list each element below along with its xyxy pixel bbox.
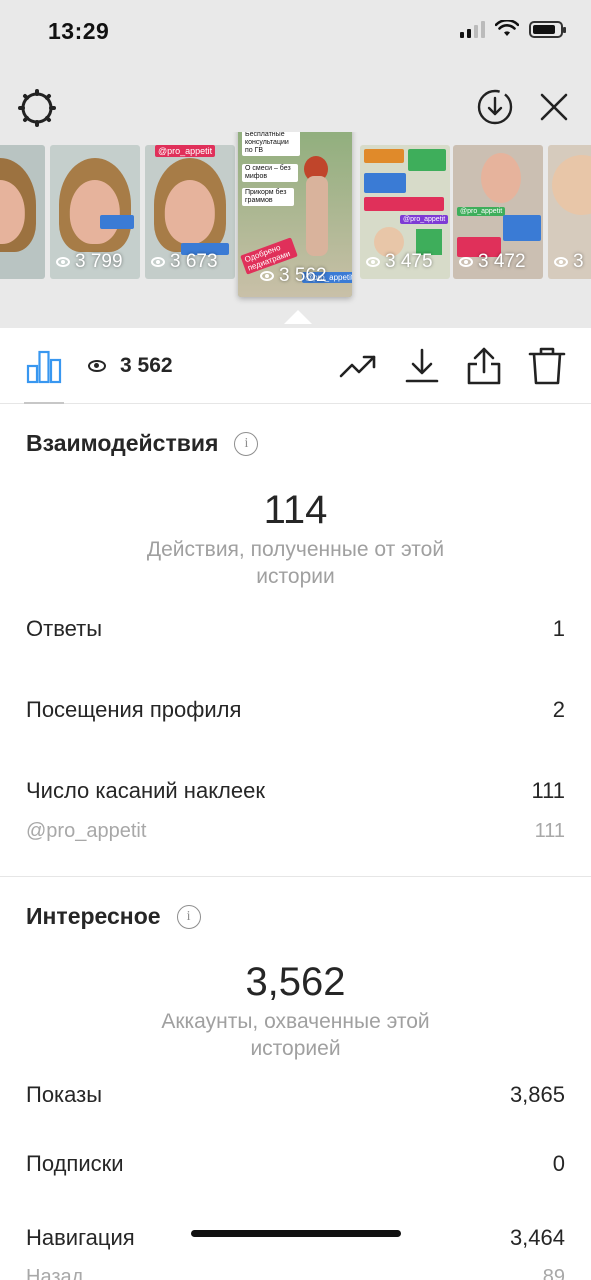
story-view-count: 3 562 [88,354,173,378]
section-divider [0,876,591,877]
status-time: 13:29 [48,18,110,44]
download-icon[interactable] [402,346,442,386]
thumbnail-views: 3 799 [56,251,123,273]
story-action-bar: 3 562 [0,328,591,404]
story-thumbnail-selected[interactable]: Бесплатные консультации по ГВ О смеси – … [238,132,352,297]
story-thumbnail[interactable]: @pro_appetit 3 472 [453,145,543,279]
eye-icon [459,257,473,267]
thumbnail-views: 3 [554,251,584,273]
wifi-icon [495,20,519,36]
metric-row-back: Назад 89 [26,1266,565,1280]
metric-row-profile-visits: Посещения профиля 2 [26,697,565,722]
discovery-title: Интересное i [26,903,201,930]
story-toolbar [0,84,591,132]
eye-icon [260,271,274,281]
insights-bar-chart-icon[interactable] [26,348,62,384]
insights-tab-underline [24,402,64,404]
story-thumbnail[interactable]: 3 799 [50,145,140,279]
discovery-total-description: Аккаунты, охваченные этой историей [161,1010,430,1060]
thumbnail-views: 3 562 [260,265,327,287]
eye-icon [554,257,568,267]
story-thumbnail[interactable]: @pro_appetit 3 475 [360,145,450,279]
info-icon[interactable]: i [234,431,259,456]
metric-row-sticker-mention: @pro_appetit 111 [26,820,565,842]
settings-gear-icon[interactable] [17,88,57,128]
status-icons [460,20,566,38]
download-circle-icon[interactable] [476,88,514,126]
battery-icon [529,20,566,38]
promote-trend-icon[interactable] [338,346,378,386]
info-icon[interactable]: i [176,904,201,929]
eye-icon [151,257,165,267]
selected-pointer [284,310,312,324]
home-indicator[interactable] [191,1230,401,1237]
metric-row-sticker-taps: Число касаний наклеек 111 [26,778,565,803]
thumbnail-views: 3 472 [459,251,526,273]
eye-icon [56,257,70,267]
story-thumbnail[interactable]: 916 [0,145,45,279]
discovery-total: 3,562 [245,960,346,1004]
status-bar: 13:29 [0,0,591,64]
metric-row-replies: Ответы 1 [26,616,565,641]
eye-icon [366,257,380,267]
story-thumbnail[interactable]: @pro_appetit 3 673 [145,145,235,279]
thumbnail-views: 3 475 [366,251,433,273]
interactions-total-description: Действия, полученные от этой истории [146,538,445,588]
cellular-signal-icon [460,20,485,38]
interactions-title: Взаимодействия i [26,430,259,457]
thumbnail-views: 3 673 [151,251,218,273]
close-icon[interactable] [535,88,573,126]
metric-row-impressions: Показы 3,865 [26,1082,565,1107]
interactions-total: 114 [263,488,328,532]
metric-row-navigation: Навигация 3,464 [26,1225,565,1250]
delete-trash-icon[interactable] [527,346,567,386]
story-thumbnail-strip[interactable]: 916 3 799 @pro_appetit 3 673 Бесплатные … [0,132,591,322]
eye-icon [88,360,106,372]
story-thumbnail[interactable]: 3 [548,145,591,279]
share-icon[interactable] [464,346,504,386]
metric-row-follows: Подписки 0 [26,1151,565,1176]
